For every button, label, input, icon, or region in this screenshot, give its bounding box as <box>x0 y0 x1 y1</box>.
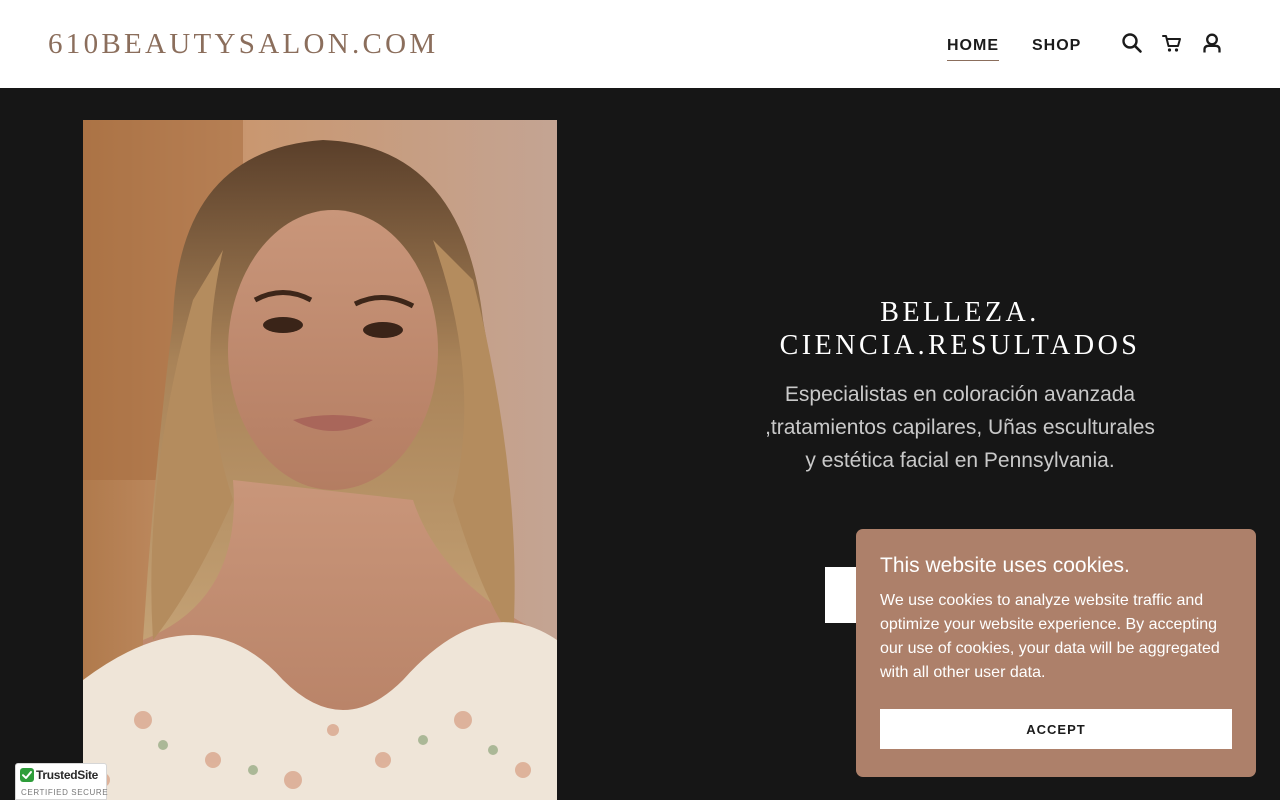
hero-subtitle: Especialistas en coloración avanzada ,tr… <box>765 383 1155 472</box>
site-logo[interactable]: 610BEAUTYSALON.COM <box>48 28 439 61</box>
trusted-site-badge[interactable]: TrustedSite CERTIFIED SECURE <box>15 763 109 800</box>
search-icon[interactable] <box>1121 32 1143 54</box>
nav-shop-link[interactable]: SHOP <box>1032 37 1081 55</box>
nav-home-link[interactable]: HOME <box>947 37 999 61</box>
cookie-banner-title: This website uses cookies. <box>880 554 1130 577</box>
cookie-banner: This website uses cookies. We use cookie… <box>856 529 1256 777</box>
trusted-site-subtitle: CERTIFIED SECURE <box>21 788 109 797</box>
hero-title: BELLEZA. CIENCIA.RESULTADOS <box>700 296 1220 362</box>
hero-title-line-1: BELLEZA. <box>880 297 1040 328</box>
cart-icon[interactable] <box>1161 32 1183 54</box>
cookie-banner-text: We use cookies to analyze website traffi… <box>880 592 1220 681</box>
site-header: 610BEAUTYSALON.COM HOME SHOP <box>0 0 1280 88</box>
checkmark-icon <box>20 768 34 782</box>
hero-portrait-image <box>83 120 557 800</box>
trusted-site-name: TrustedSite <box>36 768 99 782</box>
accept-cookies-button[interactable]: ACCEPT <box>880 709 1232 749</box>
user-icon[interactable] <box>1201 32 1223 54</box>
hero-title-line-2: CIENCIA.RESULTADOS <box>779 330 1141 361</box>
